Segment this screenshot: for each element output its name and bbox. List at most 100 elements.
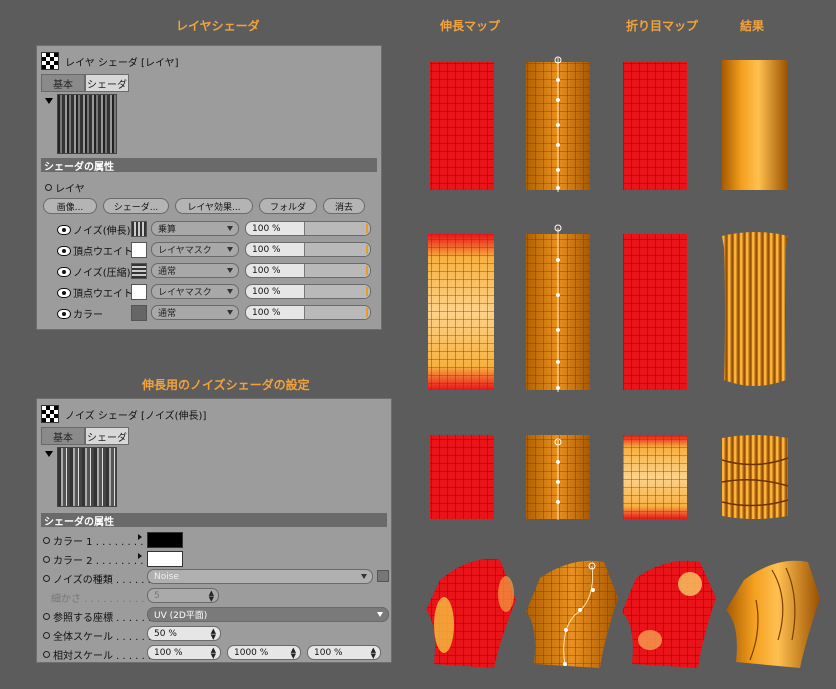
opacity-slider[interactable]: 100 % [245, 242, 371, 257]
blend-mode-dropdown[interactable]: 通常 [151, 305, 239, 320]
stretch-map-spline-mesh-row2 [526, 224, 590, 392]
tab-shader[interactable]: シェーダ [85, 74, 129, 92]
color-thumb [131, 305, 147, 321]
layer-panel-title-bar: レイヤ シェーダ [レイヤ] [41, 50, 377, 72]
layer-item[interactable]: ノイズ(伸長) 乗算 100 % [57, 220, 377, 238]
layer-bullet-icon[interactable] [45, 184, 52, 191]
noise-type-bullet-icon[interactable] [43, 575, 50, 582]
noise-type-menu-icon[interactable] [377, 570, 389, 582]
relative-scale-row: 相対スケール . . . . . . [43, 647, 151, 662]
relative-scale-bullet-icon[interactable] [43, 651, 50, 658]
layer-item[interactable]: カラー 通常 100 % [57, 304, 377, 322]
space-label: 参照する座標 . . . . . . [53, 613, 152, 624]
stretch-map-heading: 伸長マップ [440, 19, 501, 33]
fold-map-bent-mesh [622, 560, 716, 668]
noise-shader-preview [57, 447, 117, 507]
layer-panel-tabs: 基本 シェーダ [41, 74, 129, 92]
layer-shader-preview [57, 94, 117, 154]
result-cylinder-row2 [722, 232, 788, 386]
relative-scale-x-field[interactable]: 100 % ▲ ▼ [147, 645, 221, 660]
noise-compress-thumb [131, 263, 147, 279]
global-scale-bullet-icon[interactable] [43, 632, 50, 639]
result-cylinder-row1 [722, 60, 788, 190]
layer-panel-title: レイヤ シェーダ [レイヤ] [65, 57, 179, 69]
global-scale-field[interactable]: 50 % ▲ ▼ [147, 626, 221, 641]
stretch-map-mesh-row3 [430, 435, 494, 519]
noise-type-dropdown[interactable]: Noise [147, 569, 373, 584]
color2-bullet-icon[interactable] [43, 556, 50, 563]
blend-mode-dropdown[interactable]: レイヤマスク [151, 284, 239, 299]
opacity-slider[interactable]: 100 % [245, 221, 371, 236]
opacity-slider[interactable]: 100 % [245, 284, 371, 299]
layer-item-name: ノイズ(伸長) [73, 226, 131, 237]
image-button[interactable]: 画像... [43, 198, 97, 214]
space-row: 参照する座標 . . . . . . [43, 609, 151, 624]
relative-scale-y-field[interactable]: 1000 % ▲ ▼ [227, 645, 301, 660]
color2-label: カラー 2 . . . . . . . . [53, 556, 144, 567]
octaves-field[interactable]: 5 ▲ ▼ [147, 588, 219, 603]
delete-button[interactable]: 消去 [323, 198, 365, 214]
shader-checker-icon [41, 52, 59, 70]
noise-type-row: ノイズの種類 . . . . . . [43, 571, 151, 586]
layer-item[interactable]: 頂点ウエイト レイヤマスク 100 % [57, 241, 377, 259]
space-bullet-icon[interactable] [43, 613, 50, 620]
eye-icon[interactable] [57, 245, 71, 256]
eye-icon[interactable] [57, 287, 71, 298]
opacity-slider[interactable]: 100 % [245, 263, 371, 278]
eye-icon[interactable] [57, 266, 71, 277]
noise-shader-panel: ノイズ シェーダ [ノイズ(伸長)] 基本 シェーダ シェーダの属性 カラー 1… [36, 398, 392, 663]
noise-panel-title-bar: ノイズ シェーダ [ノイズ(伸長)] [41, 403, 387, 425]
stretch-map-spline-mesh-row1 [526, 56, 590, 192]
color1-bullet-icon[interactable] [43, 537, 50, 544]
layer-shader-panel: レイヤ シェーダ [レイヤ] 基本 シェーダ シェーダの属性 レイヤ 画像...… [36, 45, 382, 330]
color1-row: カラー 1 . . . . . . . . [43, 533, 143, 548]
preview-expand-icon[interactable] [45, 451, 53, 457]
octaves-label: 細かさ . . . . . . . . . . [51, 594, 145, 605]
layer-item-name: 頂点ウエイト [73, 289, 133, 300]
opacity-slider[interactable]: 100 % [245, 305, 371, 320]
layer-effect-button[interactable]: レイヤ効果... [175, 198, 253, 214]
blend-mode-dropdown[interactable]: レイヤマスク [151, 242, 239, 257]
shader-button[interactable]: シェーダ... [103, 198, 169, 214]
result-cylinder-row3 [721, 435, 789, 519]
noise-type-label: ノイズの種類 . . . . . . [53, 575, 151, 586]
octaves-row: 細かさ . . . . . . . . . . [51, 590, 145, 605]
space-dropdown[interactable]: UV (2D平面) [147, 607, 389, 622]
shader-attributes-section: シェーダの属性 [41, 513, 387, 528]
layer-item-name: ノイズ(圧縮) [73, 268, 131, 279]
vertex-weight-thumb [131, 242, 147, 258]
shader-attributes-section: シェーダの属性 [41, 158, 377, 173]
shader-checker-icon [41, 405, 59, 423]
eye-icon[interactable] [57, 308, 71, 319]
fold-map-heading: 折り目マップ [626, 19, 699, 33]
layer-shader-heading: レイヤシェーダ [176, 19, 260, 33]
vertex-weight-thumb [131, 284, 147, 300]
noise-panel-tabs: 基本 シェーダ [41, 427, 129, 445]
tab-basic[interactable]: 基本 [41, 427, 85, 445]
tab-basic[interactable]: 基本 [41, 74, 85, 92]
layer-item[interactable]: 頂点ウエイト レイヤマスク 100 % [57, 283, 377, 301]
result-heading: 結果 [740, 19, 765, 33]
color2-swatch[interactable] [147, 551, 183, 567]
eye-icon[interactable] [57, 224, 71, 235]
layer-item[interactable]: ノイズ(圧縮) 通常 100 % [57, 262, 377, 280]
color2-expand-icon[interactable] [138, 553, 142, 559]
color1-expand-icon[interactable] [138, 534, 142, 540]
color1-swatch[interactable] [147, 532, 183, 548]
noise-panel-title: ノイズ シェーダ [ノイズ(伸長)] [65, 410, 207, 422]
fold-map-mesh-row1 [623, 62, 687, 190]
relative-scale-z-field[interactable]: 100 % ▲ ▼ [307, 645, 381, 660]
result-bent-cylinder [726, 560, 820, 668]
blend-mode-dropdown[interactable]: 乗算 [151, 221, 239, 236]
layer-item-name: カラー [73, 310, 103, 321]
stretch-map-spline-bent-mesh [526, 560, 618, 668]
preview-expand-icon[interactable] [45, 98, 53, 104]
global-scale-label: 全体スケール . . . . . . [53, 632, 152, 643]
noise-settings-heading: 伸長用のノイズシェーダの設定 [142, 378, 310, 392]
folder-button[interactable]: フォルダ [259, 198, 317, 214]
layer-row: レイヤ [45, 180, 85, 195]
tab-shader[interactable]: シェーダ [85, 427, 129, 445]
color1-label: カラー 1 . . . . . . . . [53, 537, 144, 548]
stretch-map-mesh-row2 [428, 234, 494, 390]
blend-mode-dropdown[interactable]: 通常 [151, 263, 239, 278]
